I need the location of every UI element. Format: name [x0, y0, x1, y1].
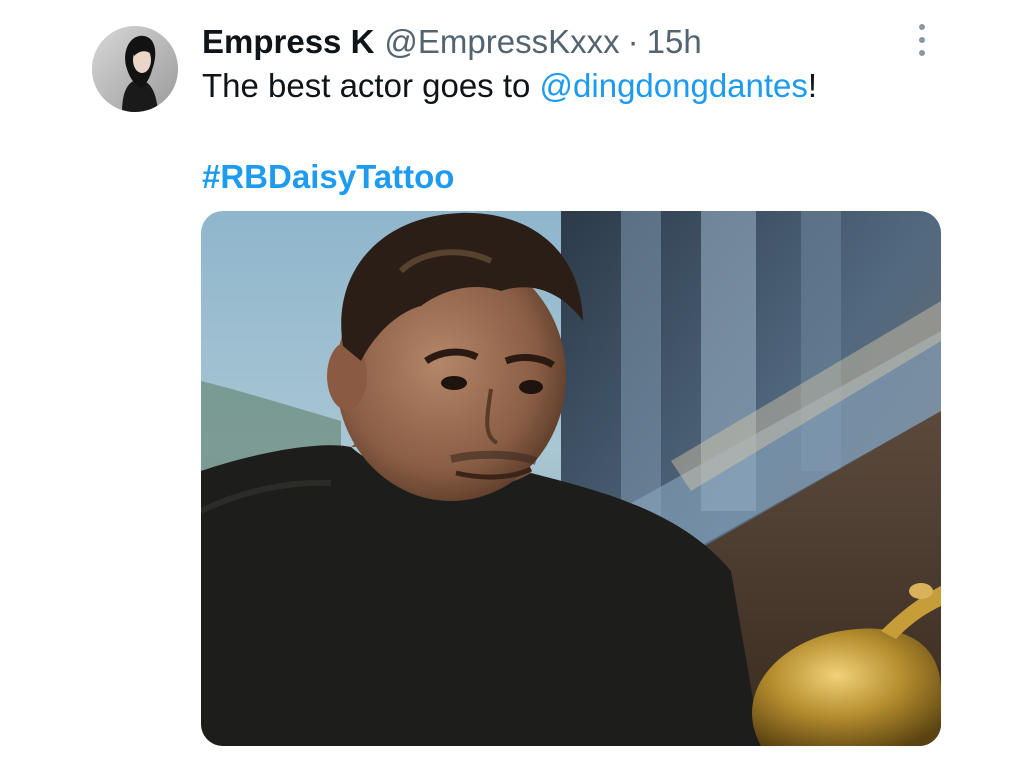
avatar[interactable]: [92, 26, 178, 112]
author-handle[interactable]: @EmpressKxxx: [384, 22, 619, 62]
tweet-timestamp[interactable]: 15h: [647, 22, 702, 62]
more-vertical-icon[interactable]: [908, 22, 936, 58]
mention-link[interactable]: @dingdongdantes: [540, 67, 808, 104]
hashtag-link[interactable]: #RBDaisyTattoo: [202, 157, 454, 197]
tweet-header: Empress K @EmpressKxxx · 15h: [202, 22, 702, 62]
tweet-text-after: !: [807, 67, 818, 104]
separator-dot: ·: [627, 23, 639, 60]
tweet-media-image[interactable]: [201, 211, 941, 746]
author-display-name[interactable]: Empress K: [202, 22, 374, 62]
tweet: Empress K @EmpressKxxx · 15h The best ac…: [0, 0, 1031, 773]
tweet-text: The best actor goes to @dingdongdantes!: [202, 66, 817, 106]
media-scene: [201, 211, 941, 746]
avatar-image: [92, 26, 178, 112]
tweet-text-before: The best actor goes to: [202, 67, 540, 104]
